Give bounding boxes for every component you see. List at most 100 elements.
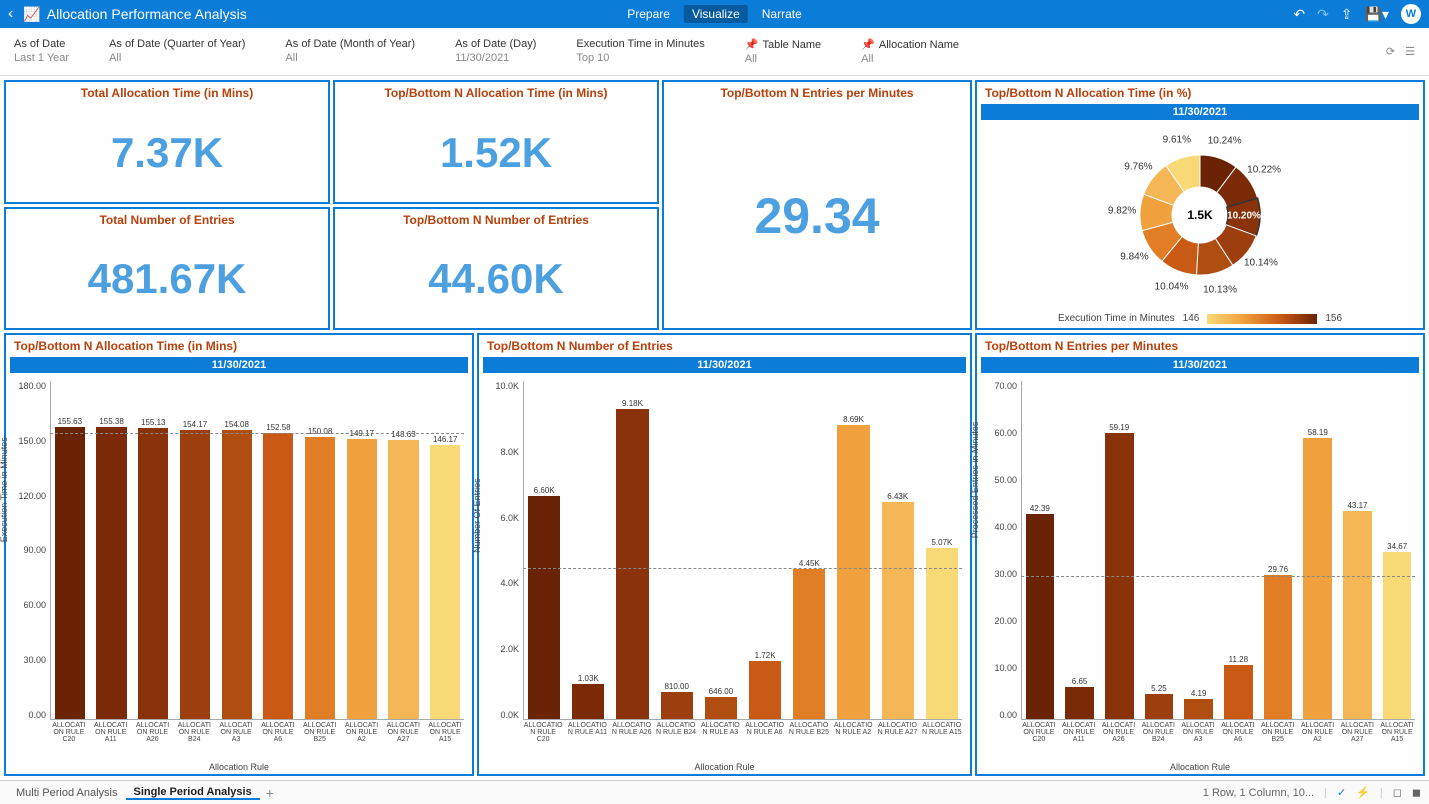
bar[interactable]: 59.19 [1101,381,1137,719]
bar[interactable]: 154.08 [218,381,256,719]
bar[interactable]: 1.03K [568,381,608,719]
kpi-total-alloc-time[interactable]: Total Allocation Time (in Mins) 7.37K [4,80,330,204]
kpi-title: Total Allocation Time (in Mins) [6,82,328,104]
bar[interactable]: 34.67 [1379,381,1415,719]
x-axis-label: Allocation Rule [10,760,468,774]
page-title: 📈 Allocation Performance Analysis [23,6,246,23]
tab-visualize[interactable]: Visualize [684,5,748,23]
kpi-title: Top/Bottom N Allocation Time (in Mins) [335,82,657,104]
undo-icon[interactable]: ↶ [1293,6,1305,23]
filter-bar: As of DateLast 1 Year As of Date (Quarter… [0,28,1429,76]
y-axis-label: Number Of Entries [472,478,482,553]
tile-bar1[interactable]: Top/Bottom N Allocation Time (in Mins) 1… [4,333,474,776]
tile-subtitle: 11/30/2021 [981,357,1419,373]
save-dropdown-icon[interactable]: 💾▾ [1365,6,1389,23]
menu-icon[interactable]: ☰ [1405,45,1415,58]
chart-icon: 📈 [23,6,40,23]
bar[interactable]: 4.19 [1181,381,1217,719]
mode-tabs: Prepare Visualize Narrate [619,5,810,23]
bar[interactable]: 42.39 [1022,381,1058,719]
tile-subtitle: 11/30/2021 [10,357,468,373]
filter-as-of-date-day-[interactable]: As of Date (Day)11/30/2021 [455,38,536,65]
kpi-title: Top/Bottom N Number of Entries [335,209,657,231]
tile-title: Top/Bottom N Number of Entries [479,335,970,357]
share-icon[interactable]: ⇪ [1341,6,1353,23]
bar[interactable]: 1.72K [745,381,785,719]
back-button[interactable]: ‹ [8,5,13,23]
bar[interactable]: 6.65 [1062,381,1098,719]
bar[interactable]: 29.76 [1260,381,1296,719]
tab-narrate[interactable]: Narrate [754,5,810,23]
bar[interactable]: 58.19 [1300,381,1336,719]
title-text: Allocation Performance Analysis [47,6,247,22]
tile-bar3[interactable]: Top/Bottom N Entries per Minutes 11/30/2… [975,333,1425,776]
filter-as-of-date-month-of-year-[interactable]: As of Date (Month of Year)All [285,38,415,65]
bar[interactable]: 155.13 [134,381,172,719]
filter-as-of-date-quarter-of-year-[interactable]: As of Date (Quarter of Year)All [109,38,245,65]
refresh-icon[interactable]: ⟳ [1386,45,1395,58]
filter-execution-time-in-minutes[interactable]: Execution Time in MinutesTop 10 [576,38,704,65]
bar-chart-3: Processed Entries in Minutes 70.0060.005… [977,373,1423,774]
filter-as-of-date[interactable]: As of DateLast 1 Year [14,38,69,65]
bar[interactable]: 4.45K [789,381,829,719]
tile-bar2[interactable]: Top/Bottom N Number of Entries 11/30/202… [477,333,972,776]
kpi-title: Top/Bottom N Entries per Minutes [664,82,970,104]
bar[interactable]: 43.17 [1340,381,1376,719]
kpi-entries-per-min[interactable]: Top/Bottom N Entries per Minutes 29.34 [662,80,972,330]
filter-table-name[interactable]: 📌Table NameAll [745,38,821,65]
bar[interactable]: 6.43K [878,381,918,719]
footer-bar: Multi Period Analysis Single Period Anal… [0,780,1429,804]
bar[interactable]: 155.38 [93,381,131,719]
tile-subtitle: 11/30/2021 [981,104,1419,120]
check-icon[interactable]: ✓ [1337,786,1346,799]
sheet-tab-single[interactable]: Single Period Analysis [126,786,260,800]
kpi-total-entries[interactable]: Total Number of Entries 481.67K [4,207,330,331]
bar[interactable]: 152.58 [260,381,298,719]
lightning-icon[interactable]: ⚡ [1356,786,1370,799]
bar[interactable]: 155.63 [51,381,89,719]
donut-chart: 1.5K 10.24%10.22%10.20%10.14%10.13%10.04… [977,120,1423,309]
kpi-value: 44.60K [428,255,563,303]
bar[interactable]: 5.07K [922,381,962,719]
legend-max: 156 [1325,313,1342,324]
x-axis-label: Allocation Rule [981,760,1419,774]
tab-prepare[interactable]: Prepare [619,5,678,23]
tile-title: Top/Bottom N Entries per Minutes [977,335,1423,357]
bar[interactable]: 11.28 [1221,381,1257,719]
redo-icon[interactable]: ↷ [1317,6,1329,23]
bar[interactable]: 146.17 [426,381,464,719]
kpi-value: 7.37K [111,129,223,177]
bar[interactable]: 148.63 [385,381,423,719]
filter-bar-actions: ⟳ ☰ [1386,45,1415,58]
kpi-title: Total Number of Entries [6,209,328,231]
kpi-value: 481.67K [88,255,247,303]
user-avatar[interactable]: W [1401,4,1421,24]
svg-text:1.5K: 1.5K [1187,208,1213,222]
y-axis-label: Execution Time in Minutes [0,437,9,542]
kpi-top-entries[interactable]: Top/Bottom N Number of Entries 44.60K [333,207,659,331]
bar[interactable]: 154.17 [176,381,214,719]
tile-donut[interactable]: Top/Bottom N Allocation Time (in %) 11/3… [975,80,1425,330]
bar[interactable]: 150.08 [301,381,339,719]
kpi-value: 29.34 [754,187,879,245]
kpi-top-alloc-time[interactable]: Top/Bottom N Allocation Time (in Mins) 1… [333,80,659,204]
layout-icon-1[interactable]: ◻ [1393,786,1402,799]
donut-legend: Execution Time in Minutes 146 156 [977,309,1423,328]
tile-subtitle: 11/30/2021 [483,357,966,373]
bar[interactable]: 6.60K [524,381,564,719]
tile-title: Top/Bottom N Allocation Time (in Mins) [6,335,472,357]
app-header: ‹ 📈 Allocation Performance Analysis Prep… [0,0,1429,28]
bar[interactable]: 810.00 [657,381,697,719]
bar[interactable]: 8.69K [833,381,873,719]
sheet-tab-multi[interactable]: Multi Period Analysis [8,787,126,799]
y-axis-label: Processed Entries in Minutes [970,421,980,538]
bar[interactable]: 5.25 [1141,381,1177,719]
bar[interactable]: 646.00 [701,381,741,719]
layout-icon-2[interactable]: ◼ [1412,786,1421,799]
bar[interactable]: 9.18K [612,381,652,719]
bar[interactable]: 149.17 [343,381,381,719]
add-sheet-button[interactable]: + [260,785,280,801]
canvas: Total Allocation Time (in Mins) 7.37K To… [0,76,1429,780]
gradient-scale [1207,314,1317,324]
filter-allocation-name[interactable]: 📌Allocation NameAll [861,38,959,65]
